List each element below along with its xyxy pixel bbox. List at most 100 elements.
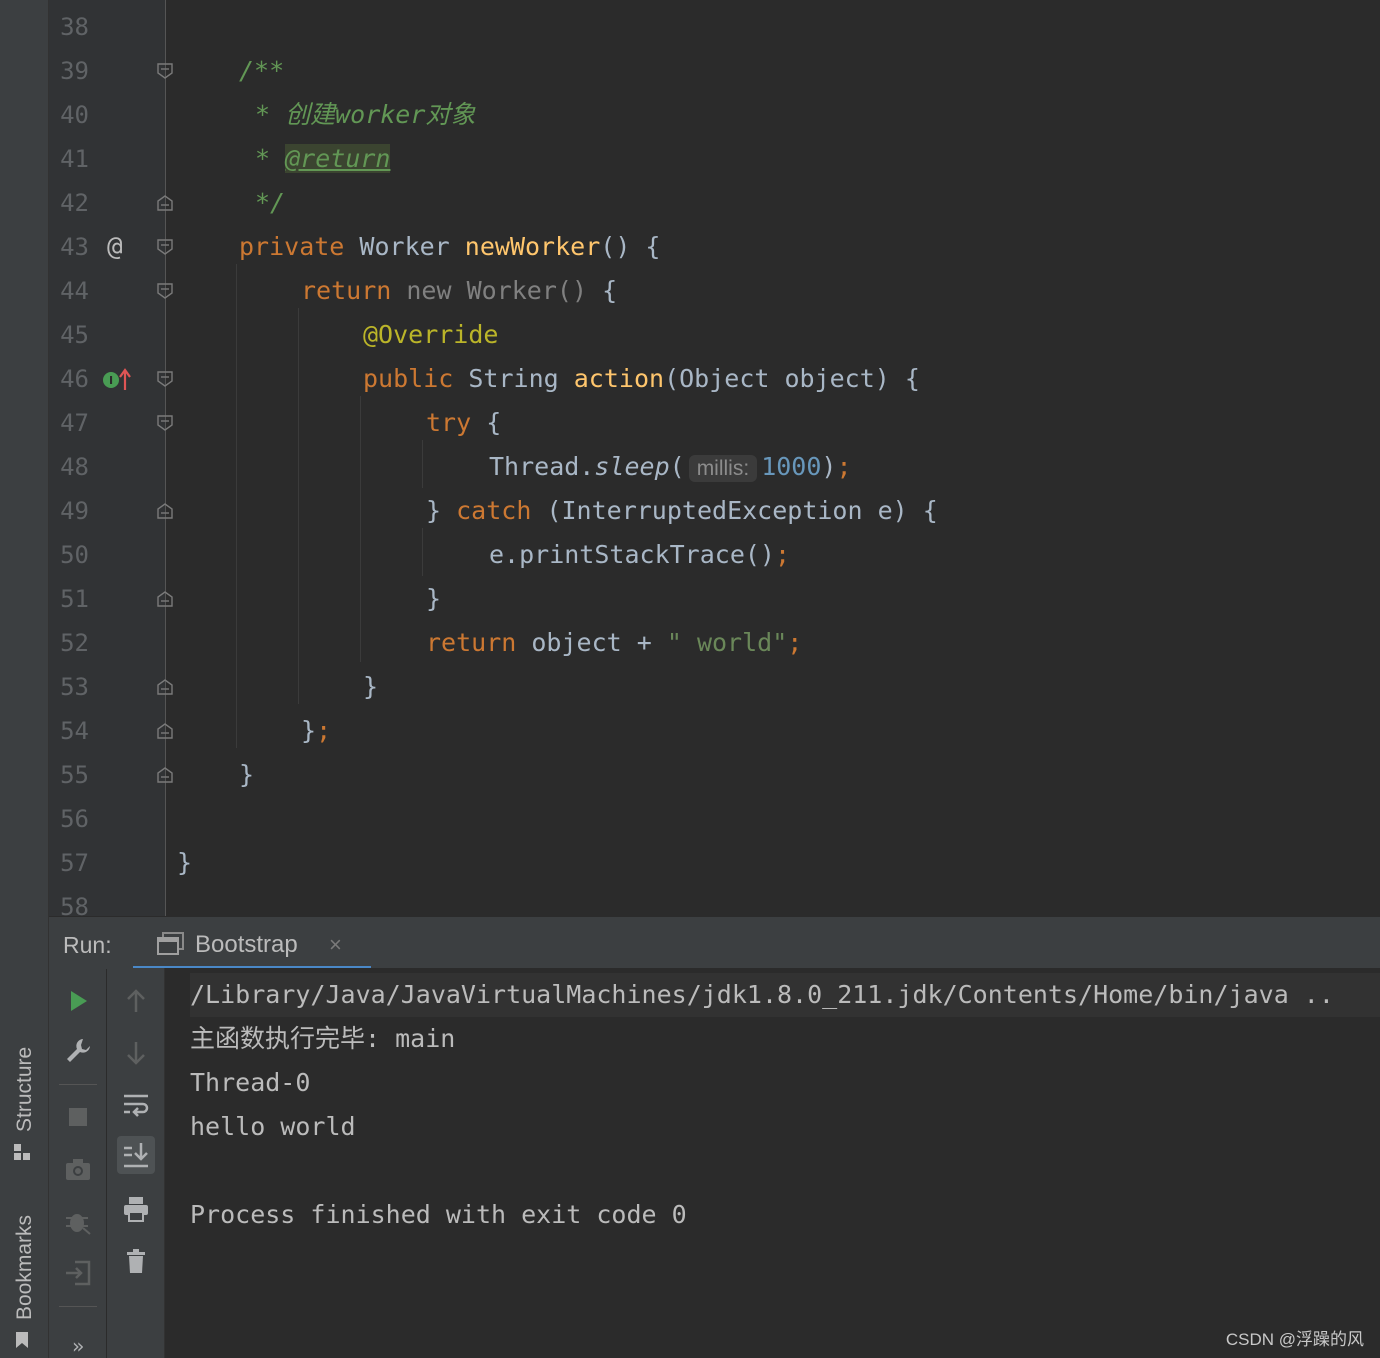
fold-open-icon[interactable] (157, 239, 173, 255)
code-line: 49 } catch (InterruptedException e) { (49, 489, 1380, 533)
line-number: 57 (60, 849, 89, 877)
close-icon[interactable]: × (329, 917, 342, 973)
code-line: 48 Thread.sleep(millis: 1000); (49, 445, 1380, 489)
fold-open-icon[interactable] (157, 283, 173, 299)
override-method-icon[interactable]: I (101, 368, 135, 392)
next-occurrence-button[interactable] (117, 1034, 155, 1072)
doc-comment-close: */ (255, 188, 286, 217)
line-number: 54 (60, 717, 89, 745)
play-icon (71, 991, 87, 1011)
code-line: 42 */ (49, 181, 1380, 225)
scroll-to-end-button[interactable] (117, 1136, 155, 1174)
wrench-icon (67, 1039, 90, 1062)
edit-configuration-button[interactable] (59, 1032, 97, 1070)
chevron-double-right-icon: » (71, 1334, 85, 1358)
fold-open-icon[interactable] (157, 63, 173, 79)
run-label: Run: (63, 932, 112, 958)
previous-occurrence-button[interactable] (117, 982, 155, 1020)
line-number: 39 (60, 57, 89, 85)
run-toolbar-primary: » (49, 968, 106, 1358)
doc-comment-open: /** (239, 56, 285, 85)
dump-threads-button[interactable] (59, 1150, 97, 1188)
print-stack-trace: e.printStackTrace(); (489, 540, 791, 569)
line-number: 51 (60, 585, 89, 613)
closing-brace: } (363, 672, 379, 701)
closing-brace: } (239, 760, 255, 789)
console-exit-message: Process finished with exit code 0 (190, 1200, 687, 1229)
return-new-worker: return new Worker() { (301, 276, 618, 305)
printer-icon (124, 1197, 148, 1222)
code-line: 45 @Override (49, 313, 1380, 357)
code-line: 38 (49, 5, 1380, 49)
fold-close-icon[interactable] (157, 723, 173, 739)
thread-sleep-call: Thread.sleep(millis: 1000); (489, 452, 852, 482)
arrow-up-icon (127, 989, 145, 1012)
code-line: 51 } (49, 577, 1380, 621)
method-signature: private Worker newWorker() { (239, 232, 661, 261)
code-line: 39 /** (49, 49, 1380, 93)
closing-brace: } (426, 584, 442, 613)
code-editor[interactable]: 38 39 /** 40 * 创建worker对象 41 * @return 4… (49, 0, 1380, 916)
debug-button[interactable] (59, 1202, 97, 1240)
line-number: 56 (60, 805, 89, 833)
line-number: 47 (60, 409, 89, 437)
line-number: 48 (60, 453, 89, 481)
toolbar-separator (59, 1084, 97, 1085)
doc-comment-return: * @return (255, 144, 391, 173)
line-number: 58 (60, 893, 89, 916)
code-line: 50 e.printStackTrace(); (49, 533, 1380, 577)
clear-all-button[interactable] (117, 1242, 155, 1280)
trash-icon (127, 1249, 145, 1273)
code-line: 43 @ private Worker newWorker() { (49, 225, 1380, 269)
fold-open-icon[interactable] (157, 371, 173, 387)
action-method-signature: public String action(Object object) { (363, 364, 920, 393)
rerun-button[interactable] (59, 982, 97, 1020)
closing-brace: }; (301, 716, 332, 745)
code-line: 52 return object + " world"; (49, 621, 1380, 665)
code-line: 58 (49, 885, 1380, 916)
left-tool-stripe: Structure Bookmarks (0, 0, 49, 1358)
run-tab-bootstrap[interactable]: Bootstrap × (133, 917, 371, 971)
line-number: 46 (60, 365, 89, 393)
camera-icon (66, 1159, 90, 1180)
code-line: 40 * 创建worker对象 (49, 93, 1380, 137)
console-line: 主函数执行完毕: main (190, 1024, 456, 1053)
implemented-method-marker[interactable]: @ (107, 225, 123, 269)
bookmarks-tab-label: Bookmarks (13, 1214, 36, 1320)
fold-close-icon[interactable] (157, 679, 173, 695)
code-line: 57 } (49, 841, 1380, 885)
scroll-to-end-icon (124, 1143, 148, 1168)
structure-tab[interactable]: Structure (12, 1047, 38, 1162)
bookmarks-tab[interactable]: Bookmarks (12, 1215, 38, 1350)
parameter-hint: millis: (688, 455, 758, 482)
code-line: 56 (49, 797, 1380, 841)
stop-icon (69, 1108, 87, 1126)
print-button[interactable] (117, 1190, 155, 1228)
toolbar-separator (59, 1306, 97, 1307)
soft-wrap-button[interactable] (117, 1086, 155, 1124)
code-line: 53 } (49, 665, 1380, 709)
return-statement: return object + " world"; (426, 628, 803, 657)
more-tools-button[interactable]: » (59, 1334, 97, 1358)
structure-tab-label: Structure (13, 1046, 36, 1132)
console-output[interactable]: /Library/Java/JavaVirtualMachines/jdk1.8… (165, 968, 1380, 1358)
class-closing-brace: } (177, 848, 193, 877)
console-command-line: /Library/Java/JavaVirtualMachines/jdk1.8… (190, 973, 1380, 1017)
fold-close-icon[interactable] (157, 503, 173, 519)
structure-icon (12, 1142, 38, 1162)
fold-close-icon[interactable] (157, 767, 173, 783)
fold-open-icon[interactable] (157, 415, 173, 431)
line-number: 50 (60, 541, 89, 569)
fold-close-icon[interactable] (157, 195, 173, 211)
code-line: 41 * @return (49, 137, 1380, 181)
catch-block: } catch (InterruptedException e) { (426, 496, 938, 525)
line-number: 43 (60, 233, 89, 261)
return-tag: @return (285, 144, 391, 173)
stop-button[interactable] (59, 1098, 97, 1136)
code-line: 47 try { (49, 401, 1380, 445)
exit-button[interactable] (59, 1254, 97, 1292)
fold-close-icon[interactable] (157, 591, 173, 607)
doc-comment-text: * 创建worker对象 (255, 100, 476, 129)
line-number: 52 (60, 629, 89, 657)
line-number: 44 (60, 277, 89, 305)
